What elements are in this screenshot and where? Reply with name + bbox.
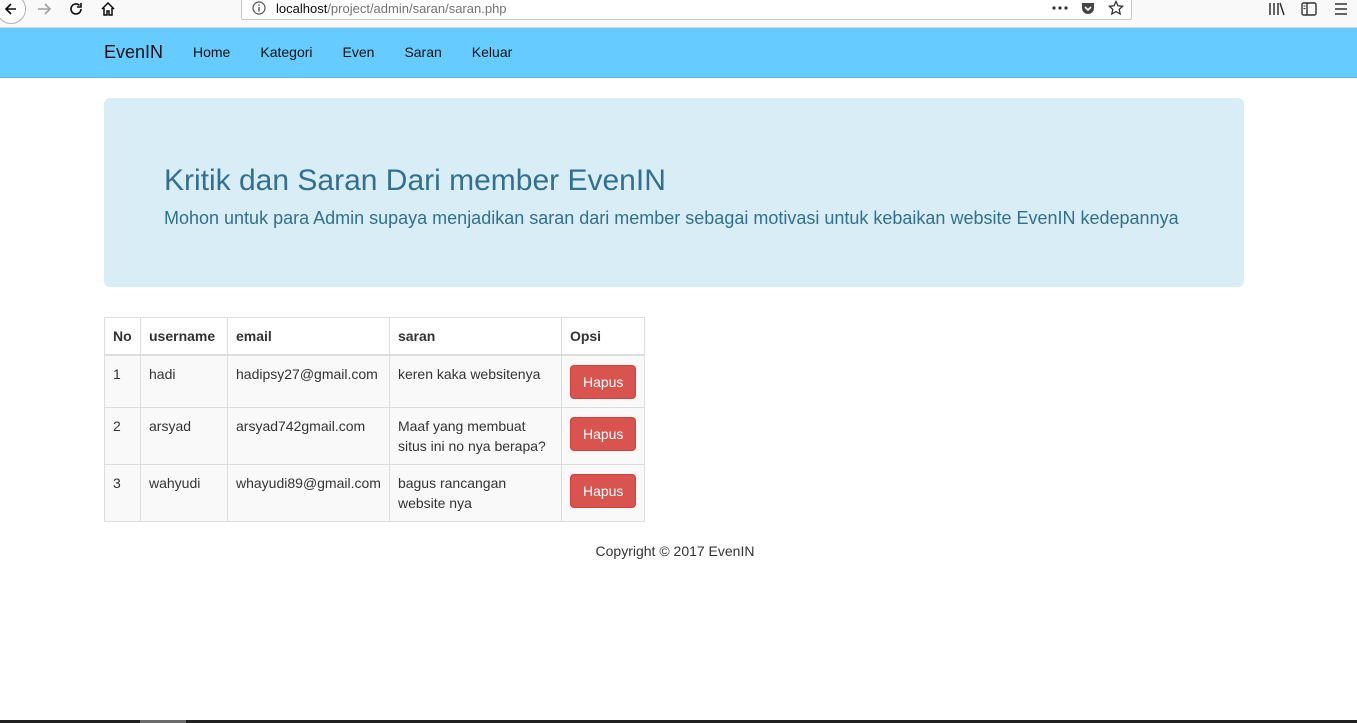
more-icon[interactable] xyxy=(1051,0,1069,17)
back-icon[interactable] xyxy=(0,0,26,24)
url-host: localhost xyxy=(276,1,328,16)
url-text: localhost/project/admin/saran/saran.php xyxy=(276,1,507,16)
cell-email: hadipsy27@gmail.com xyxy=(227,354,390,408)
cell-saran: bagus rancangan website nya xyxy=(388,464,562,522)
header-saran: saran xyxy=(388,317,562,356)
cell-no: 3 xyxy=(104,464,141,522)
header-opsi: Opsi xyxy=(560,317,646,356)
header-email: email xyxy=(227,317,390,356)
sidebar-icon[interactable] xyxy=(1293,0,1325,18)
info-icon[interactable] xyxy=(252,1,266,15)
hapus-button[interactable]: Hapus xyxy=(569,365,637,399)
table-header-row: No username email saran Opsi xyxy=(104,317,646,356)
footer-copyright: Copyright © 2017 EvenIN xyxy=(595,543,755,559)
brand-logo[interactable]: EvenIN xyxy=(104,42,163,63)
bookmark-star-icon[interactable] xyxy=(1107,0,1125,17)
cell-opsi: Hapus xyxy=(560,464,646,522)
cell-saran: keren kaka websitenya xyxy=(388,354,562,408)
cell-email: whayudi89@gmail.com xyxy=(227,464,390,522)
nav-links: Home Kategori Even Saran Keluar xyxy=(178,28,527,77)
header-no: No xyxy=(104,317,141,356)
reload-icon[interactable] xyxy=(66,0,86,18)
cell-saran: Maaf yang membuat situs ini no nya berap… xyxy=(388,407,562,465)
table-row: 2 arsyad arsyad742gmail.com Maaf yang me… xyxy=(104,407,646,465)
cell-no: 1 xyxy=(104,354,141,408)
jumbotron: Kritik dan Saran Dari member EvenIN Moho… xyxy=(104,98,1244,287)
nav-link-kategori[interactable]: Kategori xyxy=(245,28,327,77)
hapus-button[interactable]: Hapus xyxy=(569,474,637,508)
nav-link-saran[interactable]: Saran xyxy=(389,28,456,77)
pocket-icon[interactable] xyxy=(1079,0,1097,17)
page-title: Kritik dan Saran Dari member EvenIN xyxy=(164,164,666,197)
url-path: /project/admin/saran/saran.php xyxy=(327,1,507,16)
cell-opsi: Hapus xyxy=(560,354,646,408)
nav-link-even[interactable]: Even xyxy=(328,28,390,77)
cell-username: hadi xyxy=(140,354,228,408)
cell-username: wahyudi xyxy=(140,464,228,522)
home-icon[interactable] xyxy=(98,0,118,18)
url-bar[interactable]: localhost/project/admin/saran/saran.php xyxy=(241,0,1132,20)
cell-opsi: Hapus xyxy=(560,407,646,465)
saran-table: No username email saran Opsi 1 hadi hadi… xyxy=(104,317,646,522)
hapus-button[interactable]: Hapus xyxy=(569,417,637,451)
nav-link-home[interactable]: Home xyxy=(178,28,245,77)
nav-link-keluar[interactable]: Keluar xyxy=(457,28,527,77)
cell-username: arsyad xyxy=(140,407,228,465)
menu-icon[interactable] xyxy=(1325,0,1357,18)
table-row: 1 hadi hadipsy27@gmail.com keren kaka we… xyxy=(104,354,646,408)
library-icon[interactable] xyxy=(1261,0,1293,18)
cell-email: arsyad742gmail.com xyxy=(227,407,390,465)
cell-no: 2 xyxy=(104,407,141,465)
header-username: username xyxy=(140,317,228,356)
forward-icon[interactable] xyxy=(34,0,54,18)
table-row: 3 wahyudi whayudi89@gmail.com bagus ranc… xyxy=(104,464,646,522)
site-navbar: EvenIN Home Kategori Even Saran Keluar xyxy=(0,28,1357,78)
browser-toolbar: localhost/project/admin/saran/saran.php xyxy=(0,0,1357,28)
page-subtitle: Mohon untuk para Admin supaya menjadikan… xyxy=(164,208,1179,228)
